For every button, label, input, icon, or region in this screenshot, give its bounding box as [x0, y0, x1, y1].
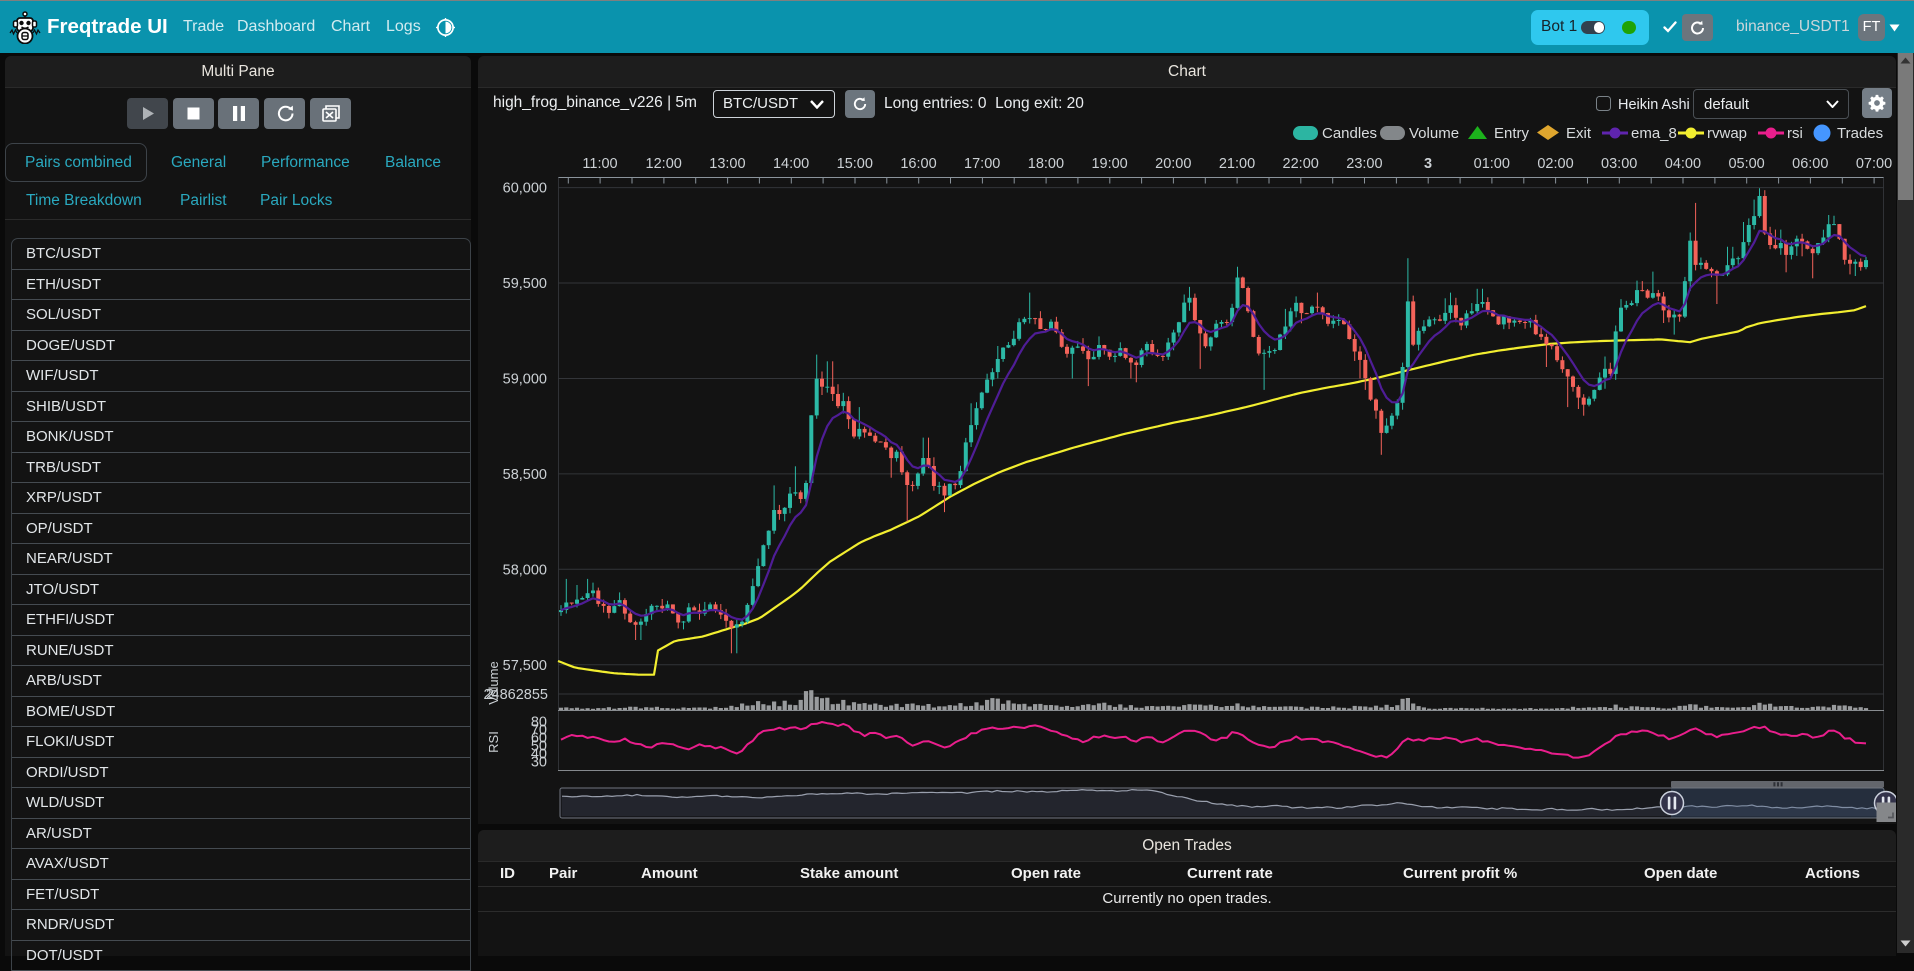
svg-text:04:00: 04:00 — [1665, 156, 1701, 172]
svg-text:3: 3 — [1424, 156, 1432, 172]
svg-text:18:00: 18:00 — [1028, 156, 1064, 172]
svg-text:60,000: 60,000 — [503, 181, 547, 197]
svg-text:57,500: 57,500 — [503, 658, 547, 674]
svg-text:11:00: 11:00 — [582, 156, 617, 172]
svg-text:22:00: 22:00 — [1283, 156, 1319, 172]
svg-text:01:00: 01:00 — [1474, 156, 1510, 172]
svg-text:23:00: 23:00 — [1346, 156, 1382, 172]
svg-text:02:00: 02:00 — [1537, 156, 1573, 172]
svg-text:13:00: 13:00 — [709, 156, 745, 172]
svg-text:21:00: 21:00 — [1219, 156, 1255, 172]
svg-text:12:00: 12:00 — [646, 156, 682, 172]
svg-text:59,500: 59,500 — [503, 276, 547, 292]
svg-text:30: 30 — [531, 754, 547, 770]
svg-text:59,000: 59,000 — [503, 372, 547, 388]
svg-text:16:00: 16:00 — [900, 156, 936, 172]
svg-text:15:00: 15:00 — [837, 156, 873, 172]
svg-text:07:00: 07:00 — [1856, 156, 1892, 172]
svg-text:14:00: 14:00 — [773, 156, 809, 172]
svg-text:17:00: 17:00 — [964, 156, 1000, 172]
svg-text:RSI: RSI — [486, 731, 501, 753]
svg-text:58,500: 58,500 — [503, 467, 547, 483]
svg-text:2: 2 — [486, 687, 494, 703]
svg-text:03:00: 03:00 — [1601, 156, 1637, 172]
svg-text:05:00: 05:00 — [1728, 156, 1764, 172]
svg-text:20:00: 20:00 — [1155, 156, 1191, 172]
svg-text:58,000: 58,000 — [503, 562, 547, 578]
svg-text:19:00: 19:00 — [1091, 156, 1127, 172]
svg-text:06:00: 06:00 — [1792, 156, 1828, 172]
